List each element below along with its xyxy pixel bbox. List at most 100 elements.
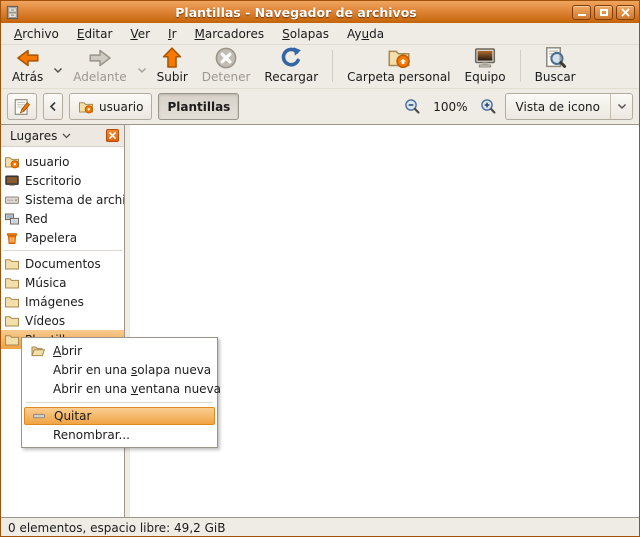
context-menu: Abrir Abrir en una solapa nueva Abrir en… [21,337,218,448]
places-sidebar: Lugares usuario Escritorio Sistema de ar… [1,125,125,517]
back-history-dropdown[interactable] [50,46,66,86]
minimize-button[interactable] [572,5,591,20]
sidebar-item-imagenes[interactable]: Imágenes [1,292,124,311]
sidebar-item-usuario[interactable]: usuario [1,152,124,171]
folder-icon [4,294,20,310]
folder-icon [4,313,20,329]
trash-icon [4,230,20,246]
maximize-icon [600,9,608,16]
sidebar-item-musica[interactable]: Música [1,273,124,292]
no-icon [30,427,46,443]
zoom-level: 100% [429,100,471,114]
status-text: 0 elementos, espacio libre: 49,2 GiB [8,521,225,535]
places-list: usuario Escritorio Sistema de archi... R… [1,147,124,349]
sidebar-item-escritorio[interactable]: Escritorio [1,171,124,190]
sidebar-item-red[interactable]: Red [1,209,124,228]
menubar: Archivo Editar Ver Ir Marcadores Solapas… [1,23,639,45]
home-folder-icon [4,154,20,170]
toolbar-separator [332,50,333,82]
file-cabinet-icon [5,5,20,20]
close-button[interactable] [616,5,635,20]
window-title: Plantillas - Navegador de archivos [24,5,568,20]
breadcrumb-usuario[interactable]: usuario [69,93,152,120]
breadcrumb-plantillas[interactable]: Plantillas [158,93,239,120]
search-button[interactable]: Buscar [528,46,583,86]
computer-icon [473,46,497,70]
forward-button[interactable]: Adelante [66,46,133,86]
view-mode-select[interactable]: Vista de icono [505,93,633,120]
chevron-down-icon [53,67,63,74]
sidebar-header[interactable]: Lugares [1,125,124,147]
edit-location-button[interactable] [7,93,37,120]
location-bar: usuario Plantillas 100% Vista de icono [1,89,639,125]
sidebar-item-documentos[interactable]: Documentos [1,254,124,273]
context-item-abrir[interactable]: Abrir [24,341,215,360]
sidebar-header-label: Lugares [10,129,57,143]
context-item-quitar[interactable]: Quitar [24,407,215,425]
reload-button[interactable]: Recargar [257,46,325,86]
context-item-renombrar[interactable]: Renombrar... [24,425,215,444]
computer-button[interactable]: Equipo [458,46,513,86]
zoom-out-icon [404,98,421,115]
minimize-icon [578,14,586,16]
context-item-abrir-ventana[interactable]: Abrir en una ventana nueva [24,379,215,398]
close-icon [621,8,630,17]
close-icon [109,132,116,139]
zoom-in-button[interactable] [478,98,499,115]
home-folder-icon [387,46,411,70]
context-item-abrir-solapa[interactable]: Abrir en una solapa nueva [24,360,215,379]
menu-marcadores[interactable]: Marcadores [186,25,274,43]
menu-ver[interactable]: Ver [121,25,159,43]
toolbar-separator [520,50,521,82]
titlebar[interactable]: Plantillas - Navegador de archivos [1,1,639,23]
remove-icon [31,408,47,424]
sidebar-close-button[interactable] [106,129,119,142]
drive-icon [4,192,20,208]
sidebar-item-videos[interactable]: Vídeos [1,311,124,330]
home-folder-icon [78,99,94,115]
menu-editar[interactable]: Editar [68,25,122,43]
chevron-left-icon [49,101,57,112]
home-button[interactable]: Carpeta personal [340,46,457,86]
reload-icon [279,46,303,70]
chevron-down-icon [62,133,71,139]
content-area[interactable] [130,125,639,517]
menu-archivo[interactable]: Archivo [5,25,68,43]
menu-solapas[interactable]: Solapas [273,25,338,43]
up-icon [160,46,184,70]
menu-ayuda[interactable]: Ayuda [338,25,393,43]
edit-location-icon [13,98,31,116]
window-controls [572,5,635,20]
stop-button[interactable]: Detener [195,46,258,86]
file-manager-window: Plantillas - Navegador de archivos Archi… [0,0,640,537]
open-folder-icon [30,343,46,359]
folder-icon [4,332,20,348]
search-icon [543,46,567,70]
back-icon [16,46,40,70]
up-button[interactable]: Subir [150,46,195,86]
stop-icon [214,46,238,70]
no-icon [30,362,46,378]
forward-icon [88,46,112,70]
sidebar-item-sistema-de-archivos[interactable]: Sistema de archi... [1,190,124,209]
maximize-button[interactable] [594,5,613,20]
chevron-down-icon [610,94,632,119]
crumb-scroll-left-button[interactable] [43,93,63,120]
forward-history-dropdown[interactable] [134,46,150,86]
folder-icon [4,275,20,291]
zoom-out-button[interactable] [402,98,423,115]
sidebar-item-papelera[interactable]: Papelera [1,228,124,247]
no-icon [30,381,46,397]
network-icon [4,211,20,227]
chevron-down-icon [137,67,147,74]
window-body: Lugares usuario Escritorio Sistema de ar… [1,125,639,517]
statusbar: 0 elementos, espacio libre: 49,2 GiB [1,517,639,537]
toolbar: Atrás Adelante Subir Detener Recargar Ca… [1,45,639,89]
back-button[interactable]: Atrás [5,46,50,86]
sidebar-separator [3,250,122,251]
zoom-in-icon [480,98,497,115]
folder-icon [4,256,20,272]
context-menu-separator [26,402,213,403]
desktop-icon [4,173,20,189]
menu-ir[interactable]: Ir [159,25,185,43]
